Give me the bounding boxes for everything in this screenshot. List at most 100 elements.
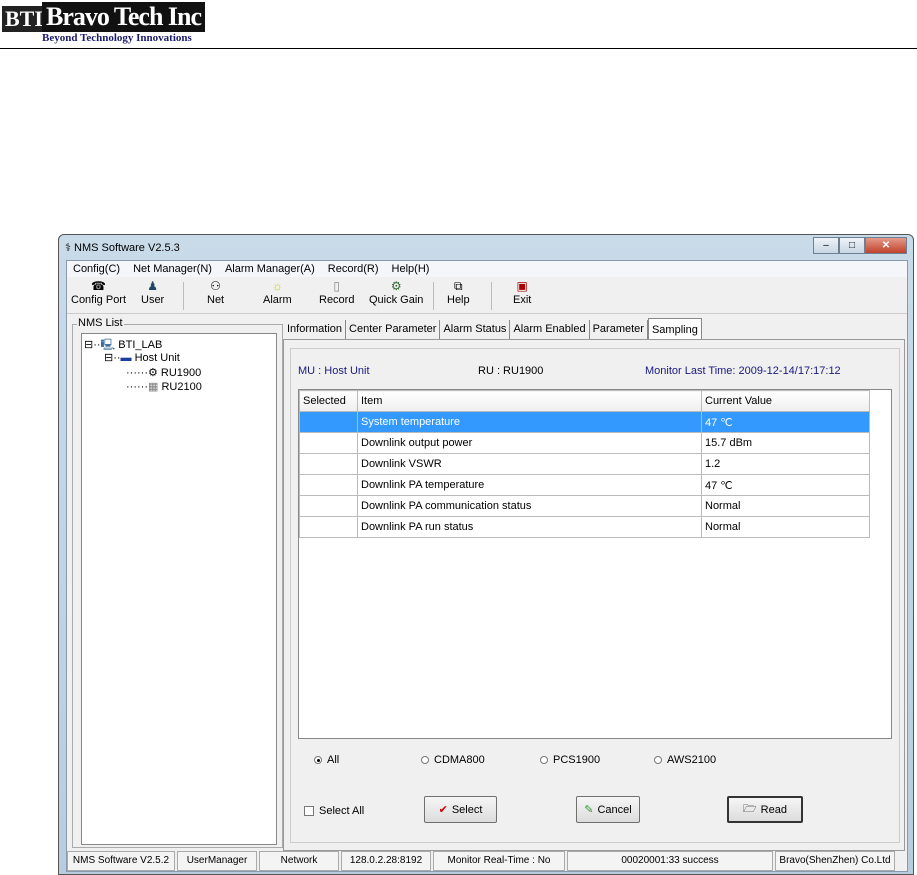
column-header-item[interactable]: Item (357, 390, 702, 412)
tree-node-ru1900[interactable]: ······⚙ RU1900 (126, 366, 201, 379)
label: Help (447, 294, 470, 306)
label: Select (451, 803, 483, 816)
label: Net (207, 294, 225, 306)
column-header-current-value[interactable]: Current Value (701, 390, 870, 412)
eraser-icon: ✎ (584, 804, 594, 816)
select-button[interactable]: ✔ Select (424, 796, 497, 823)
computer-icon: 🖳 (100, 339, 116, 351)
monitor-last-time: Monitor Last Time: 2009-12-14/17:17:12 (645, 365, 841, 377)
folder-icon: 🗁 (743, 803, 757, 815)
client-area: Config(C) Net Manager(N) Alarm Manager(A… (66, 260, 908, 872)
cell-item: Downlink PA communication status (357, 495, 702, 517)
table-row[interactable]: System temperature 47 ℃ (299, 411, 870, 433)
menu-alarm-manager[interactable]: Alarm Manager(A) (225, 261, 315, 277)
cancel-button[interactable]: ✎ Cancel (576, 796, 640, 823)
tab-parameter[interactable]: Parameter (589, 320, 648, 339)
cell-value: Normal (701, 516, 870, 538)
cell-value: 47 ℃ (701, 474, 870, 496)
ru-icon: ⚙ (147, 367, 158, 379)
tab-alarm-enabled[interactable]: Alarm Enabled (510, 320, 590, 339)
status-company: Bravo(ShenZhen) Co.Ltd (775, 851, 895, 871)
nms-list-group: NMS List ⊟··🖳 BTI_LAB ⊟··▬ Host Unit ···… (72, 317, 283, 848)
status-monitor: Monitor Real-Time : No (433, 851, 565, 871)
host-unit-icon: ▬ (120, 352, 132, 364)
tree-node-host-unit[interactable]: ⊟··▬ Host Unit (104, 351, 180, 364)
menu-bar: Config(C) Net Manager(N) Alarm Manager(A… (67, 261, 907, 277)
menu-help[interactable]: Help(H) (392, 261, 430, 277)
status-network: Network (259, 851, 339, 871)
filter-cdma800-radio[interactable]: CDMA800 (421, 754, 485, 766)
exit-button[interactable]: ▣ Exit (513, 278, 531, 306)
cell-item: Downlink VSWR (357, 453, 702, 475)
menu-config[interactable]: Config(C) (73, 261, 120, 277)
table-row[interactable]: Downlink PA temperature 47 ℃ (299, 474, 870, 496)
cell-selected (299, 516, 358, 538)
ru-icon: ▦ (147, 381, 159, 393)
header-divider (0, 48, 917, 49)
nms-list-title: NMS List (77, 317, 124, 329)
record-button[interactable]: ▯ Record (319, 278, 354, 306)
status-version: NMS Software V2.5.2 (67, 851, 175, 871)
tab-bar: Information Center Parameter Alarm Statu… (284, 318, 702, 339)
tab-information[interactable]: Information (284, 320, 347, 339)
filter-pcs1900-radio[interactable]: PCS1900 (540, 754, 600, 766)
cell-value: 15.7 dBm (701, 432, 870, 454)
status-address: 128.0.2.28:8192 (341, 851, 431, 871)
select-all-checkbox[interactable]: Select All (304, 805, 364, 817)
label: Cancel (597, 803, 632, 816)
label: PCS1900 (553, 754, 601, 766)
alarm-button[interactable]: ☼ Alarm (263, 278, 292, 306)
table-row[interactable]: Downlink PA run status Normal (299, 516, 870, 538)
nms-tree[interactable]: ⊟··🖳 BTI_LAB ⊟··▬ Host Unit ······⚙ RU19… (81, 333, 277, 845)
record-icon: ▯ (333, 279, 341, 293)
label: CDMA800 (434, 754, 485, 766)
cell-value: Normal (701, 495, 870, 517)
filter-aws2100-radio[interactable]: AWS2100 (654, 754, 716, 766)
close-button[interactable]: ✕ (865, 237, 907, 254)
net-button[interactable]: ⚇ Net (207, 278, 224, 306)
label: Quick Gain (369, 294, 424, 306)
radio-indicator (421, 756, 429, 764)
table-row[interactable]: Downlink PA communication status Normal (299, 495, 870, 517)
sampling-table: Selected Item Current Value System tempe… (299, 390, 870, 538)
minimize-button[interactable]: – (813, 237, 839, 254)
ru-label: RU : RU1900 (478, 365, 544, 377)
cell-selected (299, 411, 358, 433)
tree-node-ru2100[interactable]: ······▦ RU2100 (126, 380, 202, 393)
menu-net-manager[interactable]: Net Manager(N) (133, 261, 212, 277)
maximize-button[interactable]: □ (839, 237, 865, 254)
user-button[interactable]: ♟ User (141, 278, 164, 306)
radio-indicator (654, 756, 662, 764)
label: Select All (319, 805, 365, 817)
tab-center-parameter[interactable]: Center Parameter (346, 320, 441, 339)
company-logo: BTI Bravo Tech Inc Beyond Technology Inn… (2, 2, 230, 46)
tab-alarm-status[interactable]: Alarm Status (440, 320, 511, 339)
column-header-selected[interactable]: Selected (299, 390, 358, 412)
help-button[interactable]: ⧉ Help (447, 278, 470, 306)
window-controls: – □ ✕ (813, 237, 907, 254)
filter-all-radio[interactable]: All (314, 754, 339, 766)
help-icon: ⧉ (454, 279, 463, 293)
quick-gain-button[interactable]: ⚙ Quick Gain (369, 278, 423, 306)
user-icon: ♟ (147, 279, 158, 293)
checkbox-indicator (304, 806, 314, 816)
label: Host Unit (134, 352, 180, 364)
table-row[interactable]: Downlink VSWR 1.2 (299, 453, 870, 475)
checkmark-icon: ✔ (438, 804, 448, 816)
net-icon: ⚇ (210, 279, 221, 293)
label: User (141, 294, 165, 306)
logo-mark: BTI (2, 6, 46, 32)
status-bar: NMS Software V2.5.2 UserManager Network … (67, 851, 907, 871)
sampling-tab-panel: MU : Host Unit RU : RU1900 Monitor Last … (283, 339, 905, 851)
menu-record[interactable]: Record(R) (328, 261, 379, 277)
label: BTI_LAB (118, 339, 163, 351)
table-row[interactable]: Downlink output power 15.7 dBm (299, 432, 870, 454)
config-port-button[interactable]: ☎ Config Port (71, 278, 126, 306)
cell-value: 1.2 (701, 453, 870, 475)
sampling-panel: MU : Host Unit RU : RU1900 Monitor Last … (290, 348, 900, 843)
read-button[interactable]: 🗁 Read (727, 796, 803, 823)
label: Read (760, 803, 787, 816)
toolbar: ☎ Config Port ♟ User ⚇ Net ☼ Alarm ▯ Record ⚙… (67, 278, 907, 314)
tab-sampling[interactable]: Sampling (647, 318, 702, 339)
status-user: UserManager (177, 851, 257, 871)
